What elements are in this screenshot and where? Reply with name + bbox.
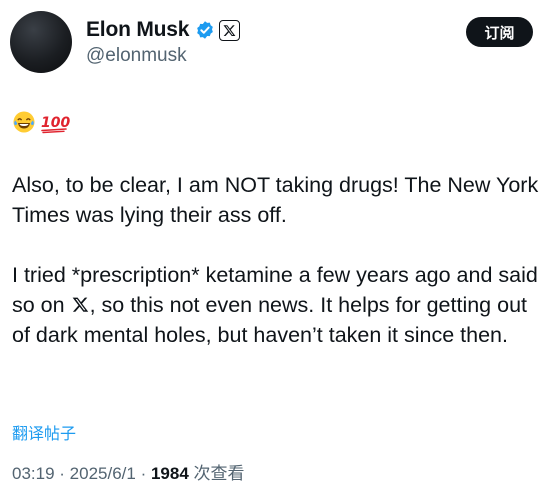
- author-handle[interactable]: @elonmusk: [86, 45, 187, 67]
- tweet-paragraph-2-part-2: , so this not even news. It helps for ge…: [12, 293, 528, 347]
- emoji-line: 100: [12, 107, 70, 137]
- tweet-meta: 03:19 · 2025/6/1 · 1984 次查看: [12, 459, 245, 484]
- tweet-paragraph-2: I tried *prescription* ketamine a few ye…: [12, 260, 540, 350]
- post-time[interactable]: 03:19: [12, 464, 55, 483]
- avatar[interactable]: [10, 11, 72, 73]
- x-logo-inline-icon: [72, 297, 88, 312]
- views-count: 1984: [150, 464, 189, 483]
- hundred-points-icon: 100: [41, 115, 70, 134]
- post-date[interactable]: 2025/6/1: [70, 464, 136, 483]
- author-name-row: Elon Musk: [86, 16, 241, 44]
- tweet-header: Elon Musk @elonmusk 订阅: [0, 0, 550, 90]
- translate-post-link[interactable]: 翻译帖子: [12, 420, 76, 444]
- views-label: 次查看: [188, 464, 245, 483]
- subscribe-button[interactable]: 订阅: [466, 17, 533, 47]
- tears-of-joy-icon: [13, 111, 35, 133]
- meta-separator: ·: [54, 464, 70, 483]
- meta-separator: ·: [135, 464, 151, 483]
- author-display-name[interactable]: Elon Musk: [86, 18, 189, 42]
- verified-badge-icon: [197, 21, 214, 39]
- x-logo-icon: [219, 19, 241, 41]
- tweet-text: Also, to be clear, I am NOT taking drugs…: [12, 170, 540, 350]
- tweet-paragraph-1: Also, to be clear, I am NOT taking drugs…: [12, 173, 539, 227]
